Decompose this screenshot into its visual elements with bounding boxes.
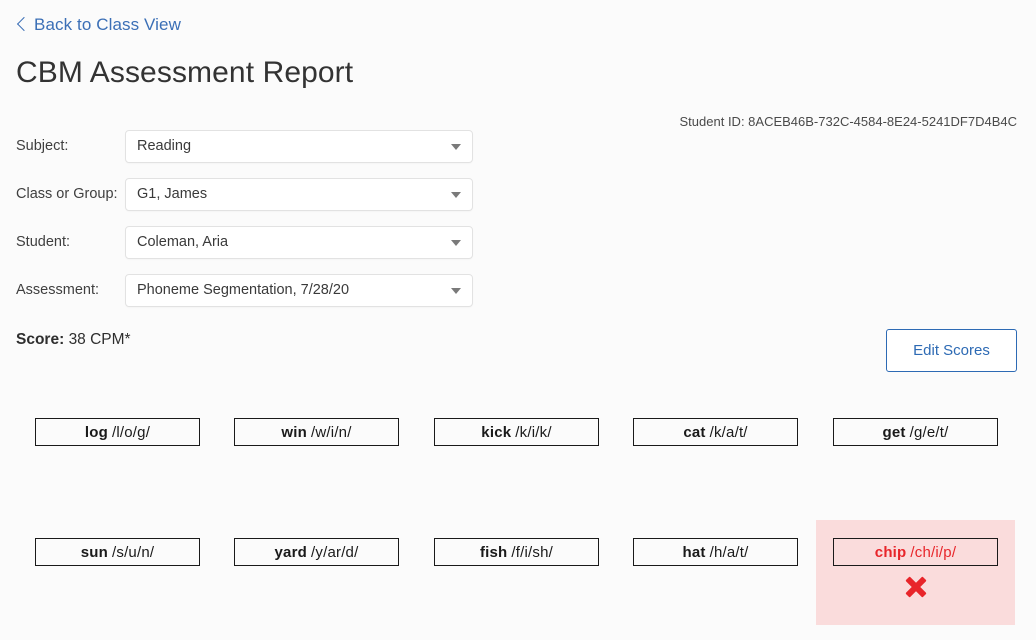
chevron-down-icon (451, 288, 461, 294)
student-label: Student: (16, 234, 71, 250)
word-cell[interactable]: win/w/i/n/ (217, 400, 416, 505)
word-cell-flagged[interactable]: chip/ch/i/p/ (816, 520, 1015, 625)
back-to-class-view-label: Back to Class View (34, 15, 181, 34)
word-label: log (84, 423, 108, 441)
form-row-assessment: Assessment: Phoneme Segmentation, 7/28/2… (16, 266, 486, 314)
word-cell[interactable]: fish/f/i/sh/ (417, 520, 616, 625)
phoneme-label: /k/a/t/ (709, 423, 748, 441)
page-title: CBM Assessment Report (16, 56, 354, 89)
phoneme-label: /g/e/t/ (909, 423, 949, 441)
word-cell[interactable]: kick/k/i/k/ (417, 400, 616, 505)
class-or-group-label: Class or Group: (16, 186, 118, 202)
student-select-value: Coleman, Aria (137, 234, 229, 250)
form-row-class-or-group: Class or Group: G1, James (16, 170, 486, 218)
word-box[interactable]: kick/k/i/k/ (434, 418, 599, 446)
word-cell[interactable]: sun/s/u/n/ (18, 520, 217, 625)
phoneme-label: /f/i/sh/ (511, 543, 554, 561)
word-box[interactable]: hat/h/a/t/ (633, 538, 798, 566)
word-row: log/l/o/g/win/w/i/n/kick/k/i/k/cat/k/a/t… (0, 400, 1036, 520)
word-label: hat (682, 543, 706, 561)
word-cell[interactable]: hat/h/a/t/ (616, 520, 815, 625)
word-label: cat (683, 423, 706, 441)
subject-select[interactable]: Reading (125, 129, 473, 163)
chevron-down-icon (451, 240, 461, 246)
student-select[interactable]: Coleman, Aria (125, 225, 473, 259)
edit-scores-button[interactable]: Edit Scores (886, 329, 1017, 372)
word-box[interactable]: cat/k/a/t/ (633, 418, 798, 446)
word-cell[interactable]: cat/k/a/t/ (616, 400, 815, 505)
x-mark-icon (901, 572, 931, 602)
word-cell[interactable]: log/l/o/g/ (18, 400, 217, 505)
back-to-class-view-link[interactable]: Back to Class View (16, 16, 181, 33)
chevron-left-icon (16, 17, 27, 33)
score-value: 38 CPM* (68, 331, 131, 348)
word-label: fish (479, 543, 508, 561)
class-or-group-select[interactable]: G1, James (125, 177, 473, 211)
assessment-word-grid: log/l/o/g/win/w/i/n/kick/k/i/k/cat/k/a/t… (0, 400, 1036, 640)
score-summary: Score: 38 CPM* (16, 331, 131, 349)
form-row-subject: Subject: Reading (16, 122, 486, 170)
word-box[interactable]: get/g/e/t/ (833, 418, 998, 446)
class-or-group-select-value: G1, James (137, 186, 208, 202)
word-label: get (882, 423, 906, 441)
word-box[interactable]: log/l/o/g/ (35, 418, 200, 446)
assessment-select-value: Phoneme Segmentation, 7/28/20 (137, 282, 350, 298)
word-box[interactable]: win/w/i/n/ (234, 418, 399, 446)
phoneme-label: /w/i/n/ (311, 423, 352, 441)
phoneme-label: /s/u/n/ (112, 543, 155, 561)
student-id-text: Student ID: 8ACEB46B-732C-4584-8E24-5241… (679, 114, 1017, 129)
word-box[interactable]: yard/y/ar/d/ (234, 538, 399, 566)
score-label: Score: (16, 331, 65, 348)
word-label: win (281, 423, 308, 441)
assessment-label: Assessment: (16, 282, 99, 298)
phoneme-label: /l/o/g/ (112, 423, 151, 441)
word-box[interactable]: fish/f/i/sh/ (434, 538, 599, 566)
subject-label: Subject: (16, 138, 69, 154)
phoneme-label: /h/a/t/ (709, 543, 749, 561)
word-row: sun/s/u/n/yard/y/ar/d/fish/f/i/sh/hat/h/… (0, 520, 1036, 640)
phoneme-label: /ch/i/p/ (910, 543, 957, 561)
subject-select-value: Reading (137, 138, 192, 154)
word-box[interactable]: chip/ch/i/p/ (833, 538, 998, 566)
phoneme-label: /k/i/k/ (515, 423, 552, 441)
chevron-down-icon (451, 144, 461, 150)
form-row-student: Student: Coleman, Aria (16, 218, 486, 266)
word-cell[interactable]: get/g/e/t/ (816, 400, 1015, 505)
word-label: kick (481, 423, 512, 441)
word-cell[interactable]: yard/y/ar/d/ (217, 520, 416, 625)
word-box[interactable]: sun/s/u/n/ (35, 538, 200, 566)
word-label: sun (80, 543, 108, 561)
report-filter-form: Subject: Reading Class or Group: G1, Jam… (16, 122, 486, 314)
word-label: yard (274, 543, 308, 561)
phoneme-label: /y/ar/d/ (311, 543, 359, 561)
assessment-select[interactable]: Phoneme Segmentation, 7/28/20 (125, 273, 473, 307)
word-label: chip (874, 543, 907, 561)
chevron-down-icon (451, 192, 461, 198)
